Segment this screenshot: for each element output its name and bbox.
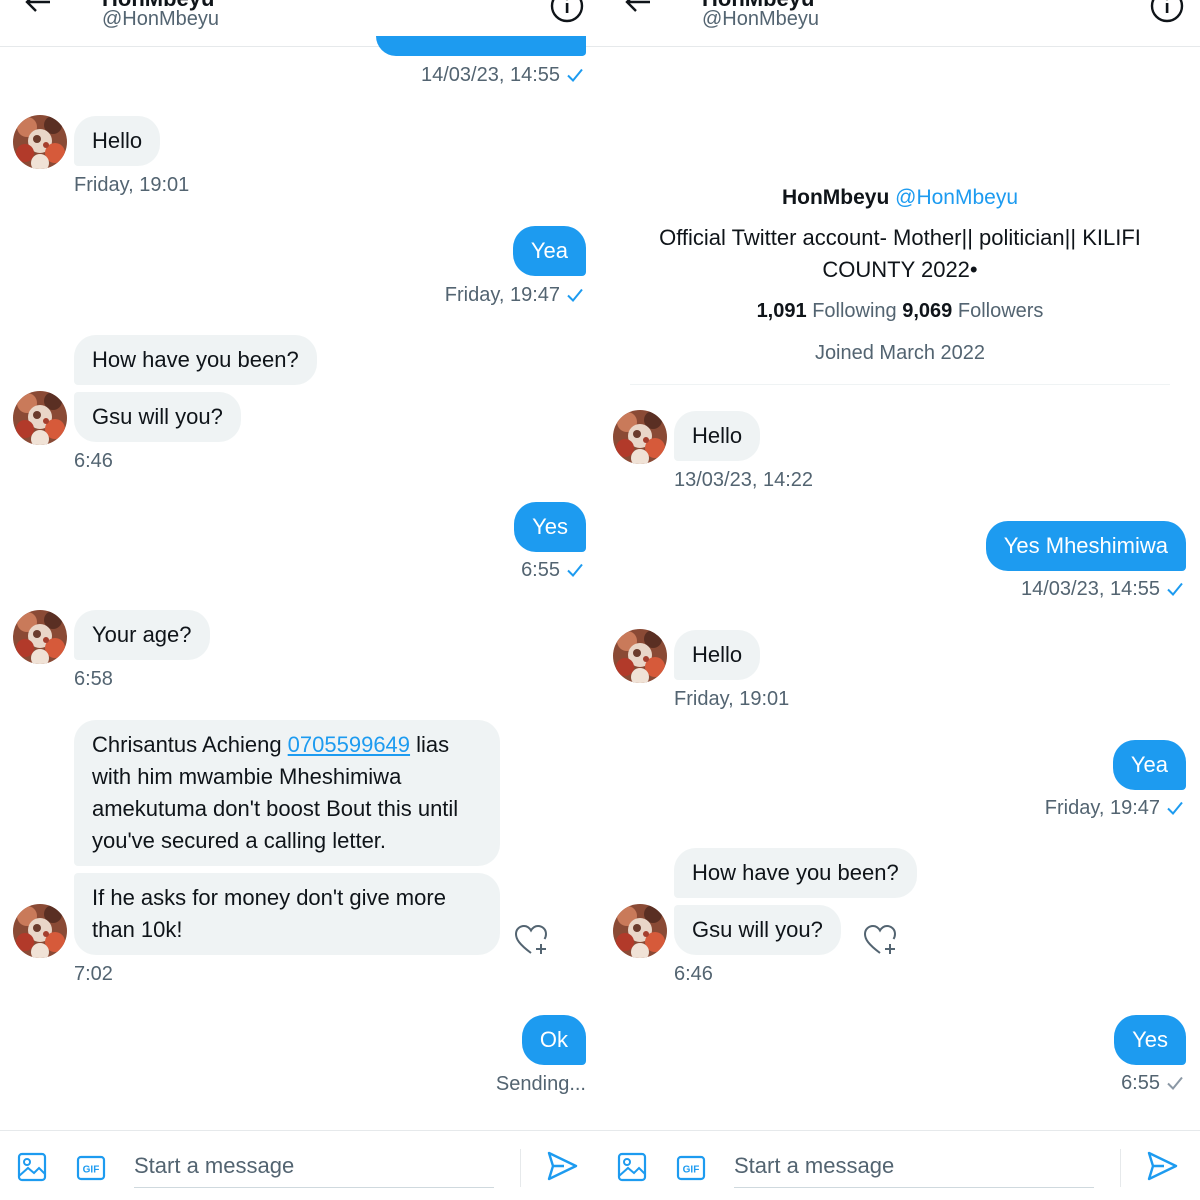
chat-panel-left: HonMbeyu @HonMbeyu 14/03/23, 14:55 Hello… [0,0,600,1200]
message-timestamp: Friday, 19:01 [74,174,190,196]
sent-check-icon [1166,1074,1184,1092]
message-bubble-sent[interactable]: Yes Mheshimiwa [985,521,1186,571]
conversation-header: HonMbeyu @HonMbeyu [600,0,1200,47]
message-bubble-sent[interactable]: Ok [521,1015,586,1065]
gif-icon[interactable]: GIF [676,1153,706,1183]
profile-divider [630,384,1170,385]
followers-label[interactable]: Followers [958,300,1044,322]
send-icon[interactable] [545,1149,579,1183]
add-reaction-icon[interactable] [513,922,549,958]
profile-name-line: HonMbeyu @HonMbeyu [630,180,1170,216]
message-timestamp: 14/03/23, 14:55 [1021,578,1184,601]
profile-bio: Official Twitter account- Mother|| polit… [659,225,1141,282]
sent-check-icon [1166,799,1184,817]
avatar[interactable] [613,410,667,464]
image-icon[interactable] [16,1151,48,1183]
message-timestamp: 6:55 [1121,1072,1184,1095]
sent-check-icon [566,66,584,84]
message-bubble-received[interactable]: Chrisantus Achieng 0705599649 lias with … [74,720,500,866]
message-timestamp: 13/03/23, 14:22 [674,469,814,491]
info-icon[interactable] [1149,0,1185,24]
phone-number-link[interactable]: 0705599649 [288,732,410,757]
composer-divider [1120,1149,1121,1187]
profile-stats: 1,091 Following 9,069 Followers [630,296,1170,326]
info-icon[interactable] [549,0,585,24]
svg-text:GIF: GIF [83,1165,100,1176]
message-composer: GIF [600,1130,1200,1200]
sent-check-icon [566,286,584,304]
message-bubble-received[interactable]: Gsu will you? [74,392,241,442]
avatar[interactable] [613,629,667,683]
message-input[interactable] [134,1145,494,1188]
chat-panel-right: HonMbeyu @HonMbeyu HonMbeyu @HonMbeyu Of… [600,0,1200,1200]
avatar[interactable] [13,391,67,445]
message-bubble-sent[interactable]: Yea [1112,740,1186,790]
profile-summary: HonMbeyu @HonMbeyu Official Twitter acco… [630,180,1170,368]
message-composer: GIF [0,1130,600,1200]
profile-joined-date: Joined March 2022 [814,342,986,364]
back-arrow-icon[interactable] [24,0,52,16]
message-status: Sending... [495,1073,586,1095]
avatar[interactable] [613,904,667,958]
profile-handle[interactable]: @HonMbeyu [895,186,1018,209]
profile-name[interactable]: HonMbeyu [782,186,889,209]
message-timestamp: 6:46 [674,963,713,985]
header-handle: @HonMbeyu [102,8,220,30]
add-reaction-icon[interactable] [862,922,898,958]
message-bubble-received[interactable]: How have you been? [674,848,917,898]
image-icon[interactable] [616,1151,648,1183]
message-bubble-received[interactable]: Hello [674,411,761,461]
message-timestamp: 14/03/23, 14:55 [421,64,584,87]
following-label[interactable]: Following [812,300,896,322]
message-bubble-sent[interactable]: Yes [514,502,586,552]
message-timestamp: 6:46 [74,450,113,472]
sent-check-icon [566,561,584,579]
back-arrow-icon[interactable] [624,0,652,16]
message-timestamp: Friday, 19:47 [1045,797,1184,820]
composer-divider [520,1149,521,1187]
message-bubble-received[interactable]: Gsu will you? [674,905,841,955]
message-bubble-received[interactable]: Hello [74,116,161,166]
message-timestamp: Friday, 19:01 [674,688,790,710]
svg-text:GIF: GIF [683,1165,700,1176]
message-bubble-received[interactable]: How have you been? [74,335,317,385]
send-icon[interactable] [1145,1149,1179,1183]
sent-check-icon [1166,580,1184,598]
followers-count[interactable]: 9,069 [902,300,952,322]
message-bubble-sent[interactable]: Yea [512,226,586,276]
avatar[interactable] [13,610,67,664]
following-count[interactable]: 1,091 [757,300,807,322]
clipped-message-bubble [376,36,586,56]
gif-icon[interactable]: GIF [76,1153,106,1183]
message-bubble-sent[interactable]: Yes [1114,1015,1186,1065]
message-bubble-received[interactable]: If he asks for money don't give more tha… [74,873,500,955]
message-bubble-received[interactable]: Your age? [74,610,210,660]
message-input[interactable] [734,1145,1094,1188]
header-handle: @HonMbeyu [702,8,820,30]
message-timestamp: 7:02 [74,963,113,985]
message-timestamp: 6:58 [74,668,113,690]
message-bubble-received[interactable]: Hello [674,630,761,680]
avatar[interactable] [13,904,67,958]
message-timestamp: 6:55 [521,559,584,582]
avatar[interactable] [13,115,67,169]
message-timestamp: Friday, 19:47 [445,284,584,307]
